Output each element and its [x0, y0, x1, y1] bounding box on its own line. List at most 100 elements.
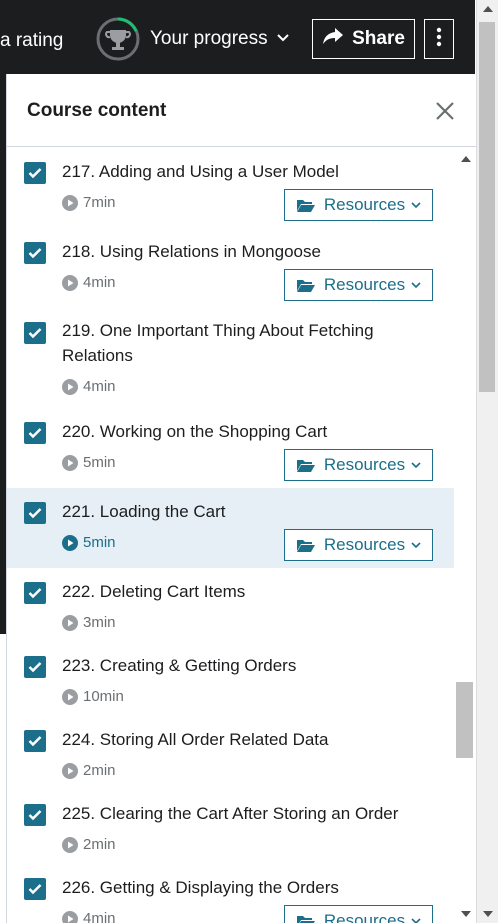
resources-label: Resources [323, 195, 406, 214]
play-circle-icon [62, 910, 78, 923]
folder-open-icon [296, 459, 315, 472]
lecture-title[interactable]: 220. Working on the Shopping Cart [62, 419, 402, 444]
list-item[interactable]: 224. Storing All Order Related Data 2min [7, 716, 454, 790]
scroll-down-arrow-icon[interactable] [461, 911, 471, 917]
lecture-title[interactable]: 221. Loading the Cart [62, 499, 402, 524]
folder-open-icon [296, 915, 315, 923]
more-options-button[interactable] [424, 19, 454, 59]
lecture-meta: 4min [62, 378, 116, 395]
list-item[interactable]: 218. Using Relations in Mongoose 4min Re… [7, 228, 454, 308]
list-item[interactable]: 222. Deleting Cart Items 3min [7, 568, 454, 642]
resources-button[interactable]: Resources [284, 905, 433, 923]
scrollbar-thumb[interactable] [479, 22, 495, 392]
completed-checkbox[interactable] [24, 502, 46, 524]
progress-button[interactable]: Your progress [96, 16, 290, 62]
lecture-duration: 5min [83, 454, 116, 471]
scroll-up-arrow-icon[interactable] [483, 6, 493, 12]
lecture-duration: 4min [83, 274, 116, 291]
lecture-meta: 3min [62, 614, 116, 631]
lecture-duration: 7min [83, 194, 116, 211]
panel-title: Course content [27, 100, 167, 121]
completed-checkbox[interactable] [24, 422, 46, 444]
resources-label: Resources [323, 275, 406, 294]
scrollbar-thumb[interactable] [456, 682, 473, 758]
check-icon [28, 810, 42, 821]
lecture-duration: 3min [83, 614, 116, 631]
scroll-up-arrow-icon[interactable] [461, 156, 471, 162]
completed-checkbox[interactable] [24, 162, 46, 184]
completed-checkbox[interactable] [24, 656, 46, 678]
lecture-title[interactable]: 225. Clearing the Cart After Storing an … [62, 801, 402, 826]
play-circle-icon [62, 454, 78, 471]
completed-checkbox[interactable] [24, 730, 46, 752]
list-item[interactable]: 226. Getting & Displaying the Orders 4mi… [7, 864, 454, 923]
resources-button[interactable]: Resources [284, 269, 433, 301]
list-item[interactable]: 217. Adding and Using a User Model 7min … [7, 148, 454, 228]
lecture-title[interactable]: 224. Storing All Order Related Data [62, 727, 402, 752]
course-content-panel: Course content 217. Adding and Using a U… [6, 74, 477, 923]
lecture-duration: 4min [83, 910, 116, 923]
lecture-title[interactable]: 217. Adding and Using a User Model [62, 159, 402, 184]
lecture-meta: 2min [62, 762, 116, 779]
list-item[interactable]: 220. Working on the Shopping Cart 5min R… [7, 408, 454, 488]
completed-checkbox[interactable] [24, 242, 46, 264]
share-arrow-icon [322, 27, 344, 51]
share-button[interactable]: Share [312, 19, 415, 59]
check-icon [28, 588, 42, 599]
completed-checkbox[interactable] [24, 878, 46, 900]
lecture-meta: 4min [62, 274, 116, 291]
folder-open-icon [296, 199, 315, 212]
lecture-duration: 10min [83, 688, 124, 705]
progress-label: Your progress [150, 28, 268, 49]
list-item[interactable]: 223. Creating & Getting Orders 10min [7, 642, 454, 716]
play-circle-icon [62, 534, 78, 551]
lecture-list: 217. Adding and Using a User Model 7min … [7, 148, 454, 923]
lecture-title[interactable]: 226. Getting & Displaying the Orders [62, 875, 402, 900]
play-circle-icon [62, 378, 78, 395]
chevron-down-icon [411, 917, 421, 923]
completed-checkbox[interactable] [24, 804, 46, 826]
resources-button[interactable]: Resources [284, 529, 433, 561]
scroll-down-arrow-icon[interactable] [483, 911, 493, 917]
lecture-title[interactable]: 219. One Important Thing About Fetching … [62, 318, 402, 368]
check-icon [28, 428, 42, 439]
list-item[interactable]: 225. Clearing the Cart After Storing an … [7, 790, 454, 864]
panel-header: Course content [7, 74, 476, 147]
lecture-duration: 4min [83, 378, 116, 395]
close-icon[interactable] [434, 100, 456, 122]
chevron-down-icon [411, 541, 421, 548]
list-item[interactable]: 219. One Important Thing About Fetching … [7, 308, 454, 408]
resources-button[interactable]: Resources [284, 189, 433, 221]
page-scrollbar[interactable] [476, 0, 498, 923]
resources-label: Resources [323, 535, 406, 554]
check-icon [28, 508, 42, 519]
share-label: Share [352, 28, 405, 49]
list-scrollbar[interactable] [454, 148, 477, 923]
chevron-down-icon [411, 461, 421, 468]
lecture-title[interactable]: 222. Deleting Cart Items [62, 579, 402, 604]
check-icon [28, 736, 42, 747]
resources-label: Resources [323, 455, 406, 474]
lecture-meta: 5min [62, 534, 116, 551]
lecture-title[interactable]: 223. Creating & Getting Orders [62, 653, 402, 678]
lecture-meta: 4min [62, 910, 116, 923]
check-icon [28, 662, 42, 673]
folder-open-icon [296, 539, 315, 552]
check-icon [28, 168, 42, 179]
play-circle-icon [62, 836, 78, 853]
lecture-duration: 2min [83, 836, 116, 853]
play-circle-icon [62, 194, 78, 211]
completed-checkbox[interactable] [24, 322, 46, 344]
play-circle-icon [62, 274, 78, 291]
completed-checkbox[interactable] [24, 582, 46, 604]
leave-rating-link[interactable]: a rating [0, 30, 63, 52]
list-item-active[interactable]: 221. Loading the Cart 5min Resources [7, 488, 454, 568]
lecture-meta: 10min [62, 688, 124, 705]
resources-label: Resources [323, 911, 406, 923]
vertical-ellipsis-icon [436, 27, 442, 52]
check-icon [28, 884, 42, 895]
resources-button[interactable]: Resources [284, 449, 433, 481]
check-icon [28, 328, 42, 339]
lecture-title[interactable]: 218. Using Relations in Mongoose [62, 239, 402, 264]
top-bar: a rating Your progress Share [0, 0, 475, 74]
